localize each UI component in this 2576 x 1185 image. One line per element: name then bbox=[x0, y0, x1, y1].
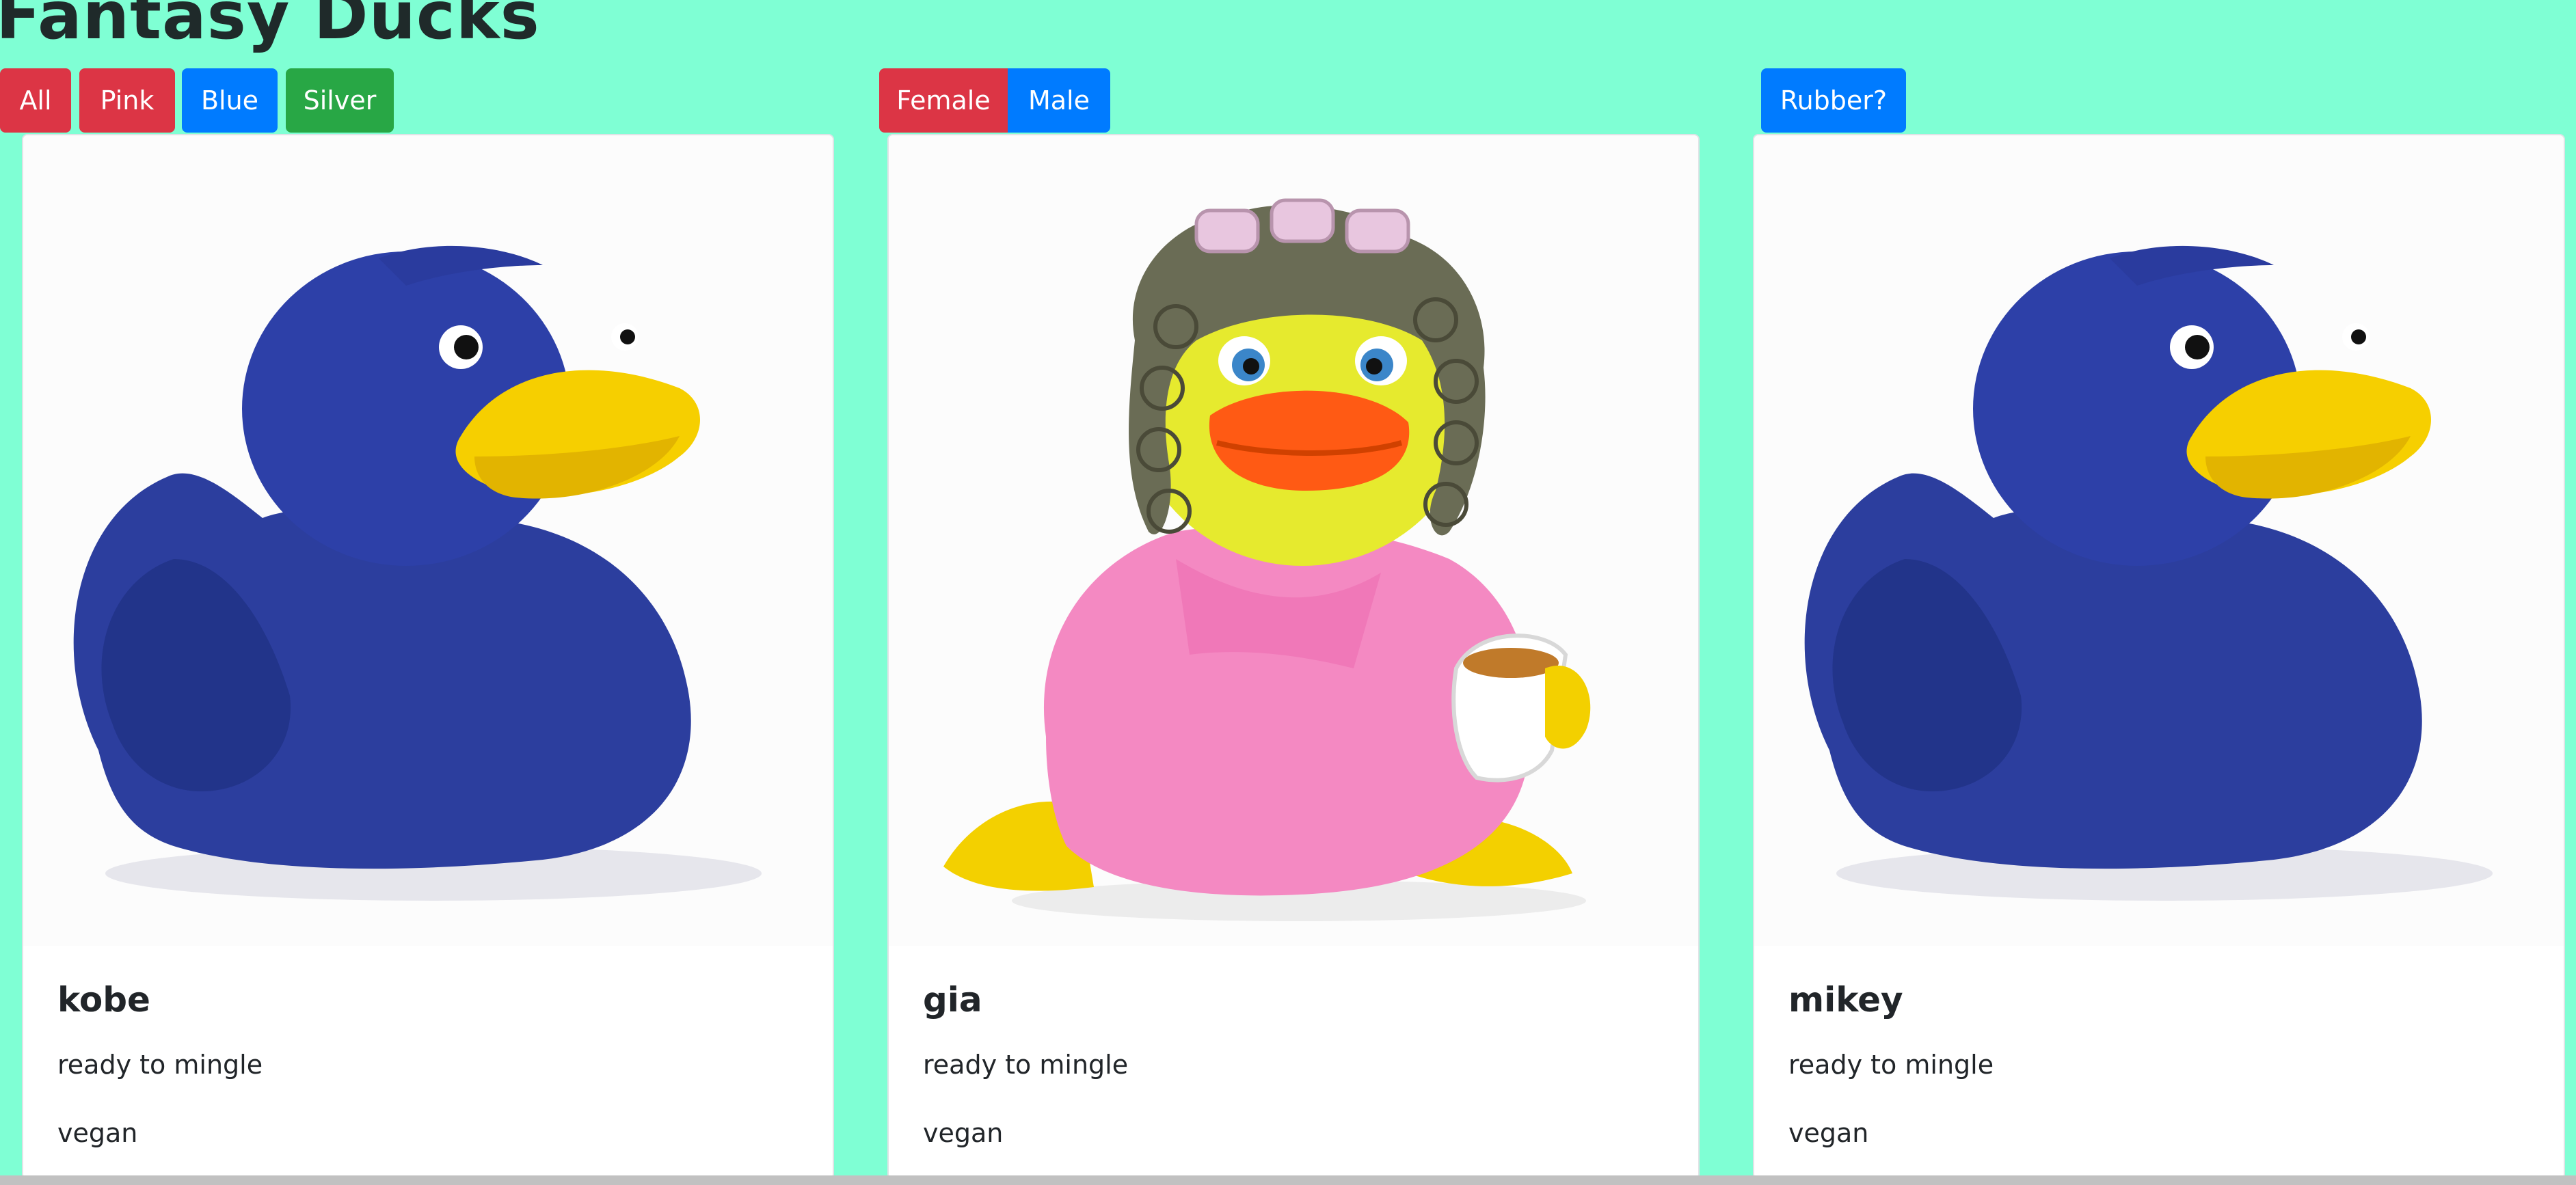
blue-duck-illustration bbox=[1804, 245, 2493, 901]
duck-name: mikey bbox=[1788, 980, 1903, 1020]
duck-card: gia ready to mingle vegan bbox=[887, 134, 1700, 1180]
duck-diet: vegan bbox=[1788, 1118, 1869, 1148]
duck-name: kobe bbox=[57, 980, 150, 1020]
filter-all-button[interactable]: All bbox=[0, 68, 71, 133]
filter-pink-button[interactable]: Pink bbox=[79, 68, 175, 133]
filter-silver-button[interactable]: Silver bbox=[286, 68, 394, 133]
duck-diet: vegan bbox=[57, 1118, 138, 1148]
pink-duck-illustration bbox=[943, 198, 1591, 921]
duck-image bbox=[1754, 135, 2564, 946]
duck-name: gia bbox=[923, 980, 982, 1020]
duck-card: mikey ready to mingle vegan bbox=[1753, 134, 2565, 1180]
duck-status: ready to mingle bbox=[1788, 1050, 1994, 1080]
filter-female-button[interactable]: Female bbox=[879, 68, 1008, 133]
duck-card: kobe ready to mingle vegan bbox=[22, 134, 834, 1180]
duck-image bbox=[889, 135, 1698, 946]
filter-blue-button[interactable]: Blue bbox=[182, 68, 278, 133]
blue-duck-illustration bbox=[73, 245, 762, 901]
duck-diet: vegan bbox=[923, 1118, 1004, 1148]
duck-image bbox=[23, 135, 833, 946]
horizontal-scrollbar[interactable] bbox=[0, 1175, 2576, 1185]
duck-status: ready to mingle bbox=[57, 1050, 263, 1080]
duck-status: ready to mingle bbox=[923, 1050, 1129, 1080]
filter-rubber-button[interactable]: Rubber? bbox=[1761, 68, 1906, 133]
filter-male-button[interactable]: Male bbox=[1008, 68, 1110, 133]
page-title: Fantasy Ducks bbox=[0, 0, 540, 54]
